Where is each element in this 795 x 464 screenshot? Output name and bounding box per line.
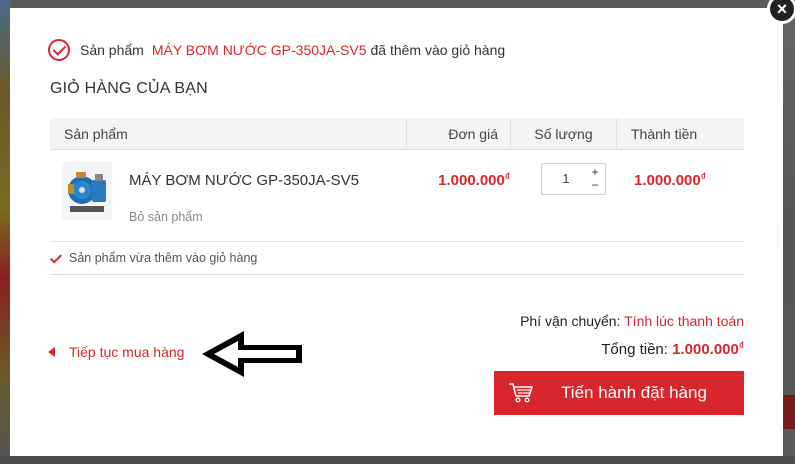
- table-header: Sản phẩm Đơn giá Số lượng Thành tiền: [50, 117, 744, 150]
- background-page-left: [0, 0, 10, 464]
- background-page-right: [783, 0, 795, 464]
- cart-table: Sản phẩm Đơn giá Số lượng Thành tiền MÁY…: [50, 117, 744, 242]
- header-unit-price: Đơn giá: [406, 117, 510, 150]
- background-page-bottom: [0, 456, 795, 464]
- added-note-text: Sản phẩm vừa thêm vào giỏ hàng: [69, 251, 258, 265]
- remove-product-link[interactable]: Bỏ sản phẩm: [129, 210, 203, 224]
- grand-total-value: 1.000.000₫: [672, 341, 744, 358]
- grand-total-label: Tổng tiền:: [601, 341, 668, 358]
- unit-price: 1.000.000₫: [438, 172, 510, 189]
- table-row: MÁY BƠM NƯỚC GP-350JA-SV5 Bỏ sản phẩm 1.…: [50, 150, 744, 242]
- continue-shopping-link[interactable]: Tiếp tục mua hàng: [48, 344, 184, 360]
- check-circle-icon: [48, 39, 70, 61]
- cart-popup: Sản phẩm MÁY BƠM NƯỚC GP-350JA-SV5 đã th…: [10, 8, 783, 456]
- grand-total: Tổng tiền: 1.000.000₫: [601, 341, 744, 358]
- quantity-decrease-button[interactable]: −: [589, 178, 601, 192]
- caret-left-icon: [48, 347, 55, 357]
- checkout-button[interactable]: Tiến hành đặt hàng: [494, 371, 744, 415]
- notice-product-name: MÁY BƠM NƯỚC GP-350JA-SV5: [151, 42, 367, 58]
- check-icon: [49, 251, 63, 264]
- notice-prefix: Sản phẩm: [80, 42, 144, 58]
- quantity-stepper[interactable]: 1 + −: [541, 163, 606, 195]
- shipping-label: Phí vận chuyển:: [520, 313, 621, 329]
- header-product: Sản phẩm: [64, 125, 128, 142]
- quantity-increase-button[interactable]: +: [589, 165, 601, 179]
- checkout-label: Tiến hành đặt hàng: [561, 383, 707, 402]
- continue-shopping-label: Tiếp tục mua hàng: [69, 344, 185, 360]
- added-note: Sản phẩm vừa thêm vào giỏ hàng: [49, 251, 744, 275]
- shipping-value: Tính lúc thanh toán: [624, 313, 744, 329]
- notice-suffix: đã thêm vào giỏ hàng: [370, 42, 506, 58]
- shipping-fee: Phí vận chuyển: Tính lúc thanh toán: [520, 313, 744, 329]
- header-quantity: Số lượng: [510, 117, 616, 150]
- shopping-cart-icon: [509, 383, 533, 403]
- product-name[interactable]: MÁY BƠM NƯỚC GP-350JA-SV5: [129, 172, 359, 189]
- water-pump-image[interactable]: [62, 162, 112, 220]
- line-total: 1.000.000₫: [634, 172, 706, 189]
- quantity-input[interactable]: 1: [542, 164, 590, 194]
- cart-title: GIỎ HÀNG CỦA BẠN: [50, 80, 208, 97]
- header-total: Thành tiền: [616, 117, 744, 150]
- added-notice: Sản phẩm MÁY BƠM NƯỚC GP-350JA-SV5 đã th…: [48, 38, 505, 62]
- left-arrow-annotation-icon: [202, 331, 302, 377]
